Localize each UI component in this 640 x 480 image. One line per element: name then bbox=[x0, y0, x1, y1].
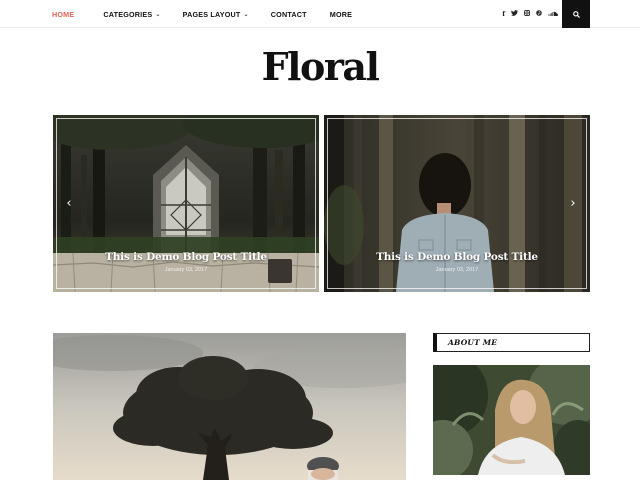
search-icon bbox=[572, 10, 580, 18]
nav-item-more[interactable]: MORE bbox=[330, 10, 352, 19]
author-photo bbox=[433, 365, 590, 475]
twitter-icon[interactable] bbox=[511, 10, 518, 18]
slide-caption: This is Demo Blog Post Title January 03,… bbox=[53, 251, 319, 273]
nav-item-pages-layout[interactable]: PAGES LAYOUT ⌄ bbox=[183, 10, 249, 19]
slide-caption: This is Demo Blog Post Title January 03,… bbox=[324, 251, 590, 273]
nav-item-label: MORE bbox=[329, 9, 353, 19]
site-logo[interactable]: Floral bbox=[0, 44, 640, 89]
about-me-image bbox=[433, 365, 590, 475]
facebook-icon[interactable]: f bbox=[502, 10, 505, 18]
nav-item-categories[interactable]: CATEGORIES ⌄ bbox=[103, 10, 160, 19]
nav-item-label: CATEGORIES bbox=[103, 9, 153, 19]
chevron-right-icon[interactable]: › bbox=[566, 197, 580, 211]
featured-slide[interactable]: This is Demo Blog Post Title January 03,… bbox=[53, 115, 319, 292]
nav-item-label: HOME bbox=[52, 9, 75, 19]
chevron-left-icon[interactable]: ‹ bbox=[62, 197, 76, 211]
nav-item-label: CONTACT bbox=[270, 9, 307, 19]
about-me-widget-title: ABOUT ME bbox=[433, 333, 590, 352]
chevron-down-icon: ⌄ bbox=[243, 11, 249, 18]
search-button[interactable] bbox=[562, 0, 590, 28]
post-featured-image[interactable] bbox=[53, 333, 406, 480]
social-links: f bbox=[502, 0, 558, 28]
main-menu: HOME CATEGORIES ⌄ PAGES LAYOUT ⌄ CONTACT… bbox=[52, 0, 352, 28]
nav-item-home[interactable]: HOME bbox=[52, 10, 74, 19]
slide-post-title[interactable]: This is Demo Blog Post Title bbox=[324, 251, 590, 263]
post-image bbox=[53, 333, 406, 480]
slide-post-date: January 03, 2017 bbox=[164, 267, 208, 273]
widget-title-text: ABOUT ME bbox=[448, 338, 498, 347]
instagram-icon[interactable] bbox=[523, 9, 531, 18]
slide-post-date: January 03, 2017 bbox=[435, 267, 479, 273]
chevron-down-icon: ⌄ bbox=[155, 11, 161, 18]
soundcloud-icon[interactable] bbox=[548, 10, 558, 18]
pinterest-icon[interactable] bbox=[536, 10, 542, 18]
top-navigation-bar: HOME CATEGORIES ⌄ PAGES LAYOUT ⌄ CONTACT… bbox=[0, 0, 640, 28]
slide-post-title[interactable]: This is Demo Blog Post Title bbox=[53, 251, 319, 263]
nav-item-contact[interactable]: CONTACT bbox=[271, 10, 307, 19]
nav-item-label: PAGES LAYOUT bbox=[182, 9, 241, 19]
featured-slide[interactable]: This is Demo Blog Post Title January 03,… bbox=[324, 115, 590, 292]
